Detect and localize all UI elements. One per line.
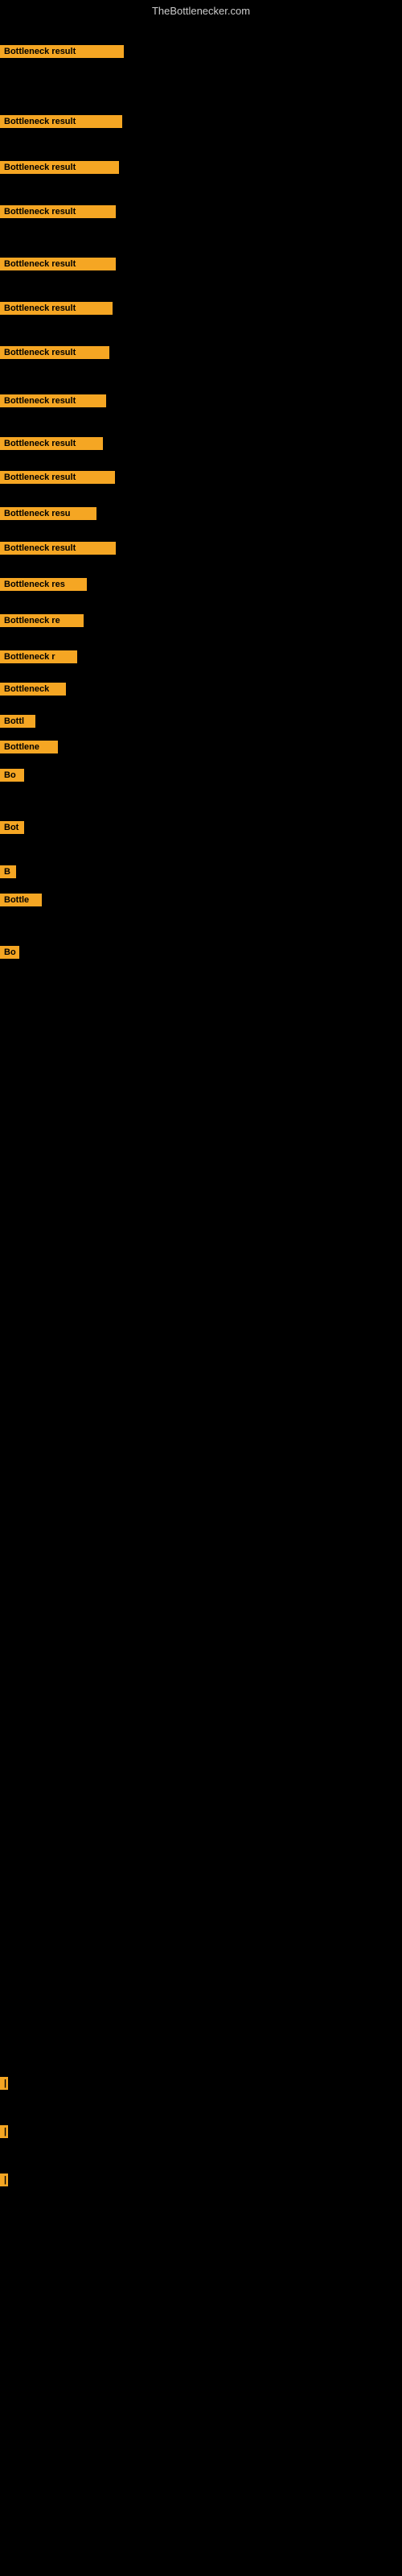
bottleneck-badge-container-2: Bottleneck result — [0, 115, 122, 132]
bottleneck-badge: Bo — [0, 769, 24, 782]
bottleneck-badge: Bottleneck result — [0, 302, 113, 315]
bottleneck-badge-container-7: Bottleneck result — [0, 346, 109, 363]
bottleneck-badge: Bottlene — [0, 741, 58, 753]
bottleneck-badge-container-18: Bottlene — [0, 741, 58, 758]
bottleneck-badge: Bo — [0, 946, 19, 959]
bottleneck-badge-container-17: Bottl — [0, 715, 35, 732]
bottleneck-badge-container-11: Bottleneck resu — [0, 507, 96, 524]
bottleneck-badge: Bottleneck re — [0, 614, 84, 627]
bottleneck-badge: Bottleneck result — [0, 115, 122, 128]
bottleneck-badge: Bottleneck resu — [0, 507, 96, 520]
bottleneck-badge: | — [0, 2174, 8, 2186]
site-title: TheBottlenecker.com — [0, 2, 402, 20]
bottleneck-badge-container-4: Bottleneck result — [0, 205, 116, 222]
bottleneck-badge-container-8: Bottleneck result — [0, 394, 106, 411]
bottleneck-badge: Bottleneck — [0, 683, 66, 696]
bottleneck-badge: Bottleneck result — [0, 45, 124, 58]
bottleneck-badge-container-24: | — [0, 2077, 8, 2094]
bottleneck-badge-container-6: Bottleneck result — [0, 302, 113, 319]
bottleneck-badge-container-19: Bo — [0, 769, 24, 786]
bottleneck-badge-container-5: Bottleneck result — [0, 258, 116, 275]
bottleneck-badge: Bottleneck result — [0, 258, 116, 270]
bottleneck-badge: Bottl — [0, 715, 35, 728]
bottleneck-badge-container-21: B — [0, 865, 16, 882]
bottleneck-badge-container-26: | — [0, 2174, 8, 2190]
bottleneck-badge-container-9: Bottleneck result — [0, 437, 103, 454]
bottleneck-badge-container-22: Bottle — [0, 894, 42, 910]
bottleneck-badge: B — [0, 865, 16, 878]
bottleneck-badge: Bottle — [0, 894, 42, 906]
bottleneck-badge: Bottleneck result — [0, 346, 109, 359]
bottleneck-badge: Bot — [0, 821, 24, 834]
bottleneck-badge-container-25: | — [0, 2125, 8, 2142]
bottleneck-badge-container-12: Bottleneck result — [0, 542, 116, 559]
bottleneck-badge: | — [0, 2077, 8, 2090]
bottleneck-badge: Bottleneck res — [0, 578, 87, 591]
bottleneck-badge-container-10: Bottleneck result — [0, 471, 115, 488]
bottleneck-badge-container-23: Bo — [0, 946, 19, 963]
bottleneck-badge-container-13: Bottleneck res — [0, 578, 87, 595]
bottleneck-badge: Bottleneck r — [0, 650, 77, 663]
bottleneck-badge: Bottleneck result — [0, 471, 115, 484]
bottleneck-badge: Bottleneck result — [0, 205, 116, 218]
bottleneck-badge: Bottleneck result — [0, 161, 119, 174]
bottleneck-badge-container-20: Bot — [0, 821, 24, 838]
bottleneck-badge-container-15: Bottleneck r — [0, 650, 77, 667]
bottleneck-badge: Bottleneck result — [0, 394, 106, 407]
bottleneck-badge: | — [0, 2125, 8, 2138]
bottleneck-badge-container-14: Bottleneck re — [0, 614, 84, 631]
bottleneck-badge-container-16: Bottleneck — [0, 683, 66, 700]
bottleneck-badge-container-1: Bottleneck result — [0, 45, 124, 62]
bottleneck-badge: Bottleneck result — [0, 437, 103, 450]
bottleneck-badge: Bottleneck result — [0, 542, 116, 555]
bottleneck-badge-container-3: Bottleneck result — [0, 161, 119, 178]
